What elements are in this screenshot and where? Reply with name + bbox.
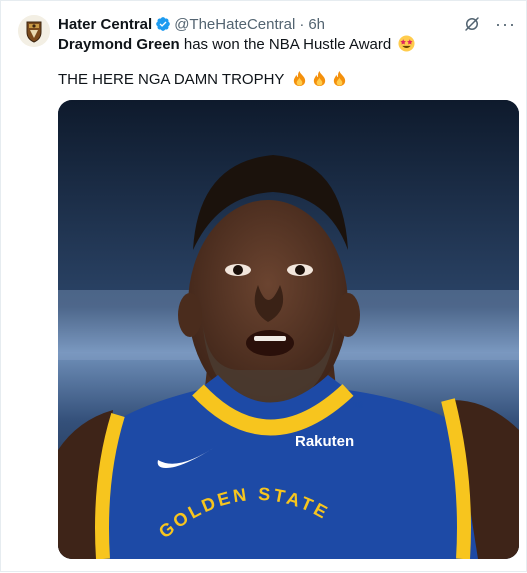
shield-logo-icon [18, 15, 50, 47]
player-photo: Rakuten 16 GOLDEN STATE [58, 100, 519, 559]
separator-dot: · [299, 15, 305, 33]
fire-emoji-icon [294, 70, 306, 87]
fire-emoji-icon [314, 70, 326, 87]
star-struck-emoji-icon [398, 35, 415, 52]
author-handle[interactable]: @TheHateCentral [174, 16, 295, 33]
timestamp[interactable]: 6h [308, 16, 325, 33]
tweet-text-caps: THE HERE NGA DAMN TROPHY [58, 71, 285, 88]
author-name[interactable]: Hater Central [58, 16, 152, 33]
jersey-brand: Rakuten [295, 433, 354, 450]
grok-icon[interactable] [463, 15, 481, 33]
tweet-card[interactable]: Hater Central @TheHateCentral · 6h ··· D… [0, 0, 527, 572]
jersey-patch-number: 16 [353, 400, 363, 410]
tweet-action-bar-partial [58, 567, 518, 573]
tweet-text-rest: has won the NBA Hustle Award [179, 36, 392, 53]
tweet-actions: ··· [463, 15, 516, 33]
mention-name: Draymond Green [58, 36, 180, 53]
tweet-header: Hater Central @TheHateCentral · 6h [58, 14, 325, 34]
tweet-text-line-2: THE HERE NGA DAMN TROPHY [58, 70, 348, 90]
avatar[interactable] [18, 15, 50, 47]
more-icon[interactable]: ··· [495, 15, 516, 33]
fire-emoji-icon [334, 70, 346, 87]
tweet-photo[interactable]: Rakuten 16 GOLDEN STATE [58, 100, 519, 559]
verified-badge-icon [156, 17, 171, 31]
tweet-text-line-1: Draymond Green has won the NBA Hustle Aw… [58, 35, 415, 55]
